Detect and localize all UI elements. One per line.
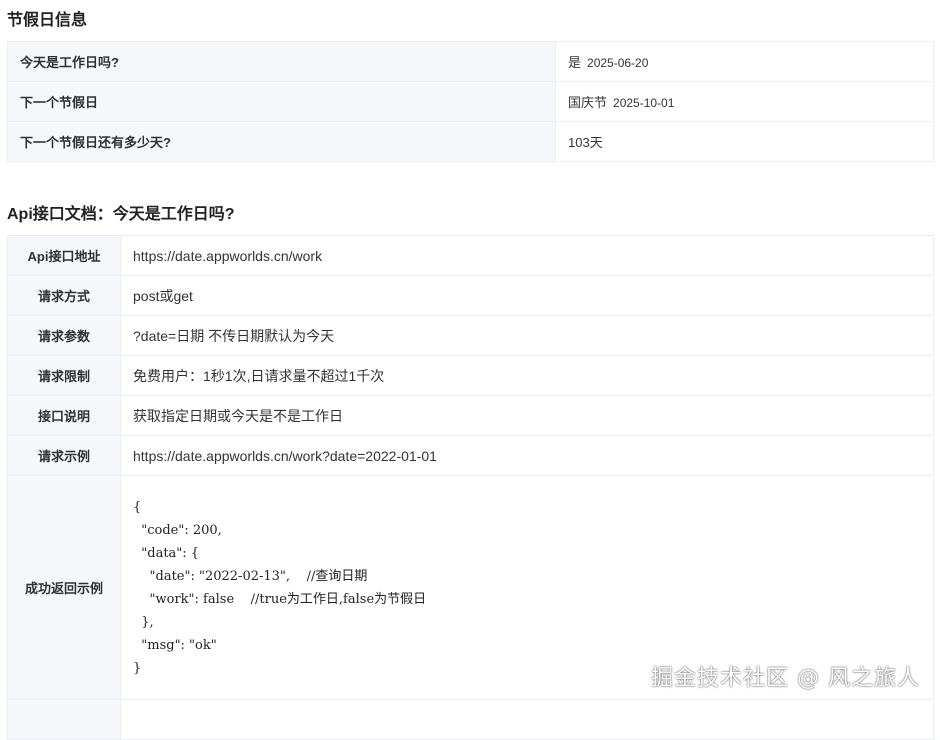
table-row	[7, 699, 934, 740]
table-row: 请求方式 post或get	[7, 275, 934, 316]
row-label: 请求方式	[7, 275, 121, 316]
days-until-holiday: 103天	[555, 121, 934, 162]
watermark: 掘金技术社区 @ 风之旅人	[651, 666, 920, 691]
table-row: 下一个节假日还有多少天? 103天	[7, 121, 934, 162]
row-label: 下一个节假日	[7, 81, 556, 122]
api-url: https://date.appworlds.cn/work	[120, 235, 934, 276]
row-label: Api接口地址	[7, 235, 121, 276]
row-label: 接口说明	[7, 395, 121, 436]
is-workday-value: 是	[568, 55, 582, 70]
row-label: 请求参数	[7, 315, 121, 356]
request-example: https://date.appworlds.cn/work?date=2022…	[120, 435, 934, 476]
row-label: 成功返回示例	[7, 475, 121, 700]
table-row: 接口说明 获取指定日期或今天是不是工作日	[7, 395, 934, 436]
row-label: 请求限制	[7, 355, 121, 396]
row-label: 下一个节假日还有多少天?	[7, 121, 556, 162]
next-holiday-name: 国庆节	[568, 95, 608, 110]
row-value	[120, 699, 934, 740]
response-example-code: { "code": 200, "data": { "date": "2022-0…	[133, 499, 427, 676]
api-section-title: Api接口文档：今天是工作日吗?	[7, 206, 235, 223]
request-params: ?date=日期 不传日期默认为今天	[120, 315, 934, 356]
holiday-info-table: 今天是工作日吗? 是 2025-06-20 下一个节假日 国庆节 2025-10-0…	[7, 41, 934, 162]
table-row: 今天是工作日吗? 是 2025-06-20	[7, 41, 934, 82]
row-value: 国庆节 2025-10-01	[555, 81, 934, 122]
table-row: 下一个节假日 国庆节 2025-10-01	[7, 81, 934, 122]
row-value: 是 2025-06-20	[555, 41, 934, 82]
next-holiday-date: 2025-10-01	[613, 96, 675, 110]
row-label: 今天是工作日吗?	[7, 41, 556, 82]
table-row: 请求示例 https://date.appworlds.cn/work?date…	[7, 435, 934, 476]
request-method: post或get	[120, 275, 934, 316]
api-description: 获取指定日期或今天是不是工作日	[120, 395, 934, 436]
row-label: 请求示例	[7, 435, 121, 476]
table-row: 请求参数 ?date=日期 不传日期默认为今天	[7, 315, 934, 356]
holiday-section-title: 节假日信息	[7, 12, 88, 29]
request-limits: 免费用户：1秒1次,日请求量不超过1千次	[120, 355, 934, 396]
table-row: 请求限制 免费用户：1秒1次,日请求量不超过1千次	[7, 355, 934, 396]
today-date: 2025-06-20	[587, 56, 649, 70]
table-row: Api接口地址 https://date.appworlds.cn/work	[7, 235, 934, 276]
row-label	[7, 699, 121, 740]
